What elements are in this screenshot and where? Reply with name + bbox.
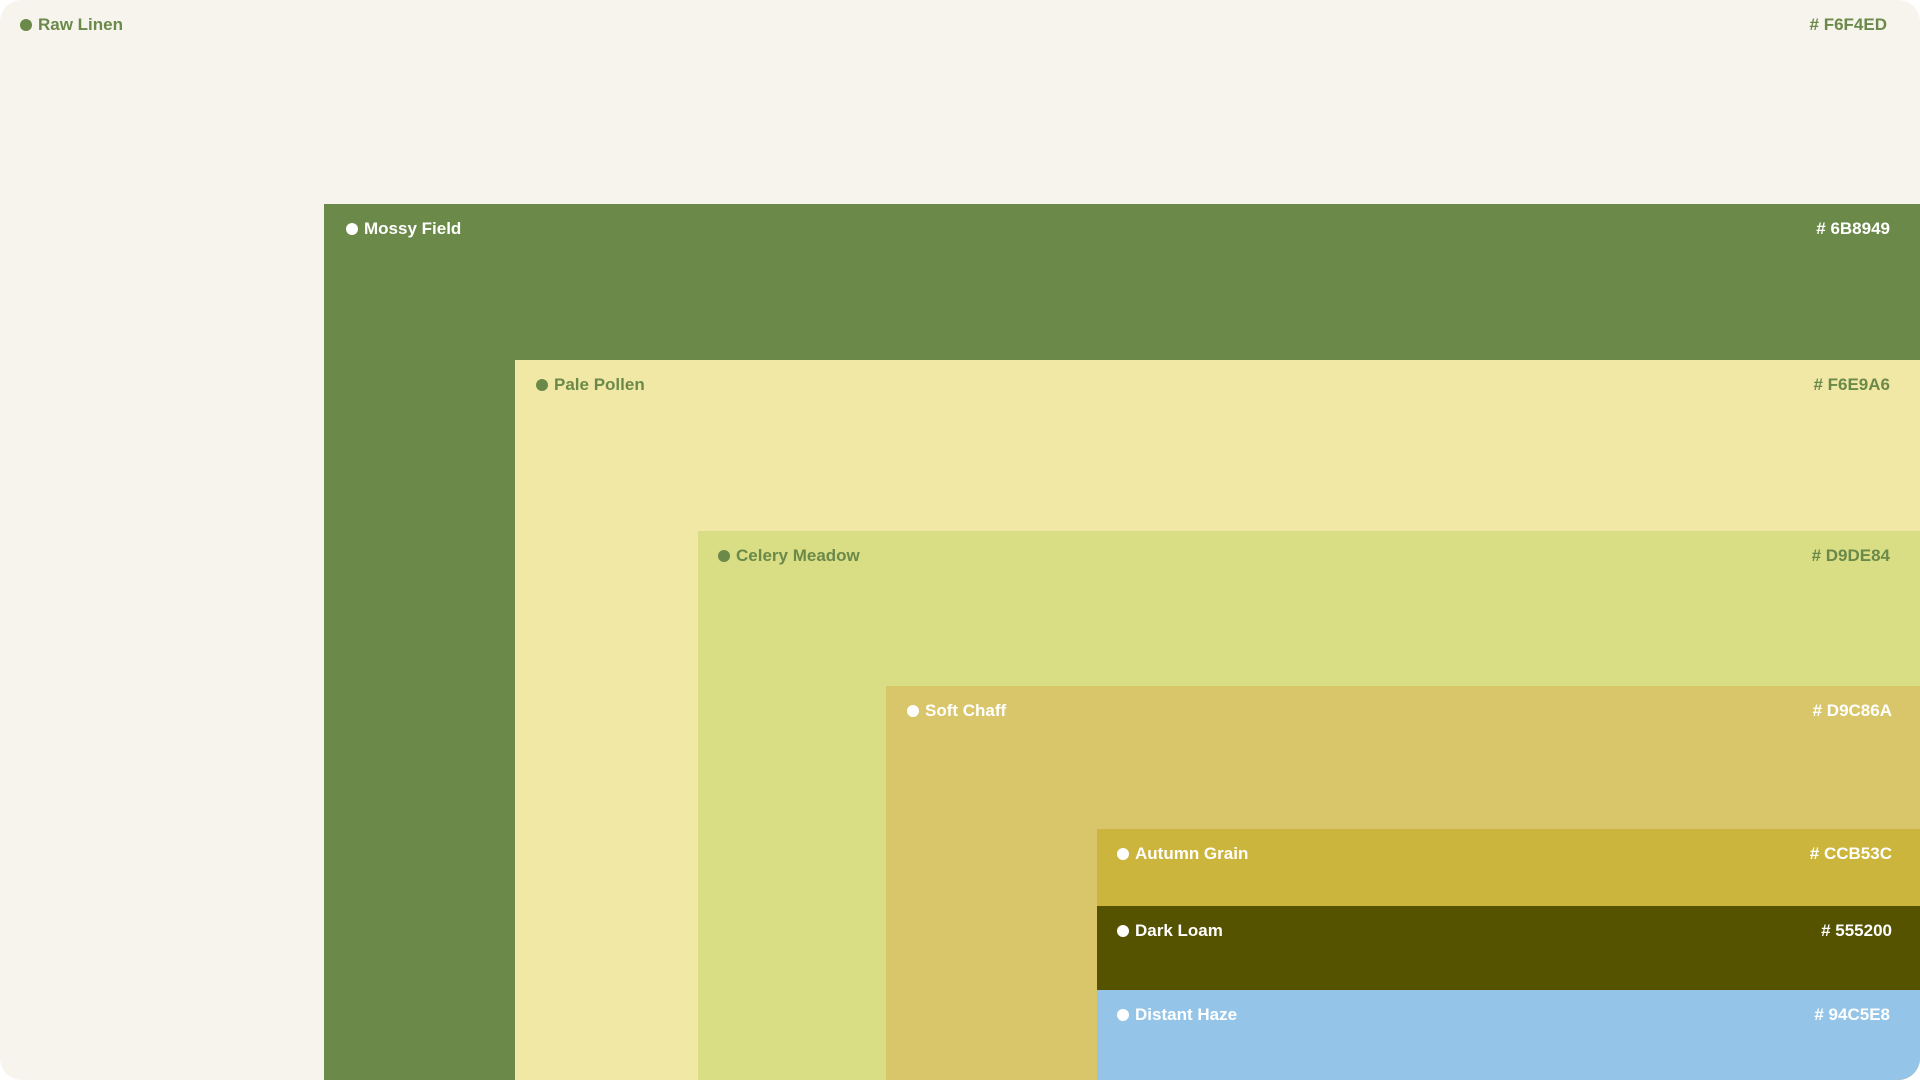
- swatch-name: Dark Loam: [1135, 921, 1223, 940]
- swatch-hex[interactable]: # 555200: [1821, 921, 1892, 941]
- swatch-autumn-grain[interactable]: Autumn Grain # CCB53C: [1097, 829, 1920, 906]
- swatch-label: Distant Haze: [1117, 1005, 1237, 1025]
- dot-icon: [1117, 848, 1129, 860]
- swatch-dark-loam[interactable]: Dark Loam # 555200: [1097, 906, 1920, 990]
- swatch-label: Raw Linen: [20, 15, 123, 35]
- swatch-name: Mossy Field: [364, 219, 462, 238]
- swatch-hex[interactable]: # F6F4ED: [1810, 15, 1887, 35]
- dot-icon: [907, 705, 919, 717]
- swatch-label: Pale Pollen: [536, 375, 645, 395]
- swatch-label: Celery Meadow: [718, 546, 860, 566]
- swatch-hex[interactable]: # D9C86A: [1813, 701, 1892, 721]
- dot-icon: [1117, 1009, 1129, 1021]
- swatch-label: Dark Loam: [1117, 921, 1223, 941]
- swatch-label: Mossy Field: [346, 219, 461, 239]
- swatch-name: Autumn Grain: [1135, 844, 1249, 863]
- swatch-name: Celery Meadow: [736, 546, 860, 565]
- swatch-name: Pale Pollen: [554, 375, 645, 394]
- dot-icon: [20, 19, 32, 31]
- swatch-name: Soft Chaff: [925, 701, 1007, 720]
- swatch-hex[interactable]: # F6E9A6: [1813, 375, 1890, 395]
- palette-canvas: Raw Linen # F6F4ED Mossy Field # 6B8949 …: [0, 0, 1920, 1080]
- dot-icon: [1117, 925, 1129, 937]
- swatch-hex[interactable]: # D9DE84: [1812, 546, 1890, 566]
- dot-icon: [718, 550, 730, 562]
- swatch-label: Autumn Grain: [1117, 844, 1248, 864]
- dot-icon: [346, 223, 358, 235]
- swatch-hex[interactable]: # 6B8949: [1816, 219, 1890, 239]
- swatch-hex[interactable]: # 94C5E8: [1814, 1005, 1890, 1025]
- dot-icon: [536, 379, 548, 391]
- swatch-distant-haze[interactable]: Distant Haze # 94C5E8: [1097, 990, 1920, 1080]
- swatch-name: Distant Haze: [1135, 1005, 1238, 1024]
- swatch-label: Soft Chaff: [907, 701, 1006, 721]
- swatch-hex[interactable]: # CCB53C: [1810, 844, 1892, 864]
- swatch-name: Raw Linen: [38, 15, 124, 34]
